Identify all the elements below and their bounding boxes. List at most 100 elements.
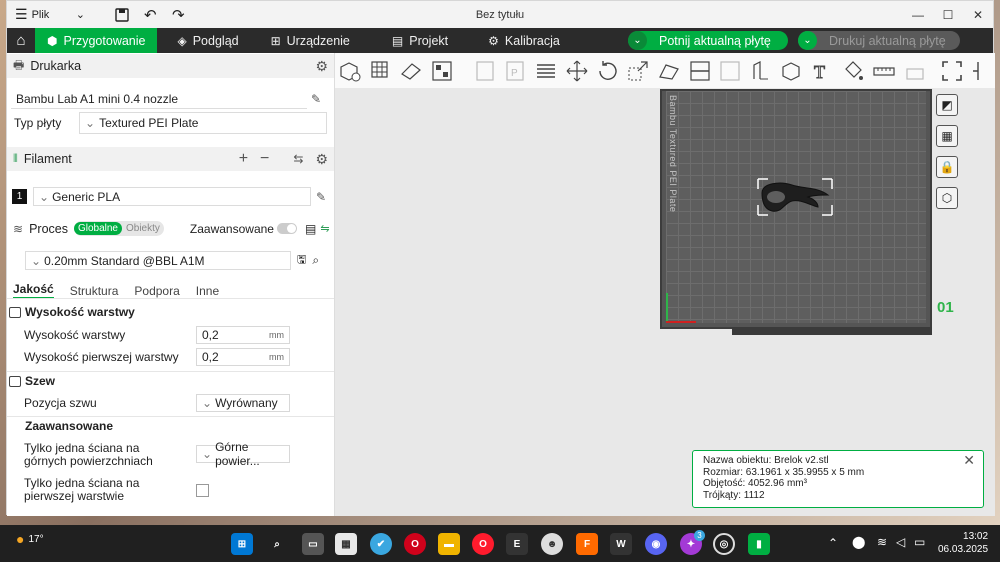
plate-arrange-icon[interactable]: ▦ [936,125,958,147]
layer-height-input[interactable]: 0,2 mm [196,326,290,344]
object-keychain[interactable] [750,171,840,219]
search-icon[interactable]: ⌕ [312,253,319,268]
orient-icon[interactable] [398,58,424,84]
tab-prepare[interactable]: ⬢ Przygotowanie [35,28,158,53]
opera-icon[interactable]: O [472,533,494,555]
sync-icon[interactable]: ⇆ [293,152,303,166]
list-icon[interactable]: ▤ [305,222,316,236]
first-layer-height-input[interactable]: 0,2 mm [196,348,290,366]
close-icon[interactable]: ✕ [963,1,993,28]
search-icon[interactable]: ⌕ [266,533,288,555]
filament-slot-badge[interactable]: 1 [12,189,27,204]
text-icon[interactable]: T [810,58,836,84]
lay-on-face-icon[interactable] [656,58,682,84]
discord-icon[interactable]: ◉ [645,533,667,555]
wot-icon[interactable]: W [610,533,632,555]
epic-games-icon[interactable]: E [506,533,528,555]
tray-app-icon[interactable]: ⬤ [852,535,865,549]
rotate-icon[interactable] [595,58,621,84]
plate-p-icon[interactable]: P [503,58,529,84]
battery-icon[interactable]: ▭ [914,535,925,549]
edit-icon[interactable]: ✎ [316,190,326,204]
measure-icon[interactable] [871,58,897,84]
tab-structure[interactable]: Struktura [70,284,119,298]
assembly-icon[interactable] [902,58,928,84]
single-wall-first-checkbox[interactable] [196,484,209,497]
slice-plate-button[interactable]: ⌄ Potnij aktualną płytę [628,31,788,50]
scale-icon[interactable] [625,58,651,84]
maximize-icon[interactable]: ☐ [933,1,963,28]
plate-settings-icon[interactable]: ⬡ [936,187,958,209]
fullscreen-icon[interactable] [939,58,965,84]
add-object-icon[interactable] [337,58,363,84]
print-plate-button[interactable]: ⌄ Drukuj aktualną płytę [798,31,960,50]
3d-viewport[interactable]: P T Bambu Textured PEI Plate 01 ◩ ▦ 🔒 ⬡ … [335,53,995,516]
file-explorer-icon[interactable]: ▬ [438,533,460,555]
volume-icon[interactable]: ◁ [896,535,905,549]
bambu-studio-icon[interactable]: ◎ [713,533,735,555]
chevron-down-icon[interactable]: ⌄ [69,4,91,26]
plate-number[interactable]: 01 [937,299,954,316]
tab-project[interactable]: ▤ Projekt [380,28,460,53]
support-paint-icon[interactable] [718,58,744,84]
remove-icon[interactable]: − [260,150,269,168]
redo-icon[interactable]: ↷ [167,4,189,26]
arrange-icon[interactable] [429,58,455,84]
compare-icon[interactable]: ⇋ [320,222,329,235]
tab-other[interactable]: Inne [196,284,219,298]
filament-row: 1 ⌄ Generic PLA ✎ [12,187,326,206]
filament-select[interactable]: ⌄ Generic PLA [33,187,311,206]
add-icon[interactable]: + [239,150,248,168]
chevron-up-icon[interactable]: ⌃ [828,536,838,550]
save-icon[interactable] [111,4,133,26]
task-view-icon[interactable]: ▭ [302,533,324,555]
tab-support[interactable]: Podpora [134,284,179,298]
process-preset-select[interactable]: ⌄ 0.20mm Standard @BBL A1M [25,251,291,270]
chevron-down-icon[interactable]: ⌄ [628,31,647,50]
save-icon[interactable]: 🖫 [297,251,306,270]
split-icon[interactable] [969,58,995,84]
menu-button[interactable]: ☰ Plik [15,4,49,26]
gear-icon[interactable]: ⚙ [315,151,328,168]
gear-icon[interactable]: ⚙ [315,58,328,75]
app-icon[interactable]: ✔ [370,533,392,555]
printer-select[interactable]: Bambu Lab A1 mini 0.4 nozzle [11,89,307,109]
weather-widget[interactable]: ● 17° [16,531,44,547]
global-objects-toggle[interactable]: Globalne Obiekty [73,221,164,236]
close-icon[interactable]: ✕ [963,453,975,467]
tab-preview[interactable]: ◈ Podgląd [165,28,250,53]
layers-list-icon[interactable] [533,58,559,84]
clock[interactable]: 13:02 06.03.2025 [938,530,988,556]
store-icon[interactable]: ▦ [335,533,357,555]
edit-icon[interactable]: ✎ [311,92,321,106]
toggle-global[interactable]: Globalne [73,222,122,235]
tab-device[interactable]: ⊞ Urządzenie [259,28,362,53]
active-app-icon[interactable]: ▮ [748,533,770,555]
wifi-icon[interactable]: ≋ [877,535,887,549]
build-plate[interactable]: Bambu Textured PEI Plate [660,89,932,335]
tab-calibration[interactable]: ⚙ Kalibracja [476,28,572,53]
plate-type-select[interactable]: ⌄ Textured PEI Plate [79,112,327,134]
chevron-down-icon[interactable]: ⌄ [798,31,817,50]
lock-icon[interactable]: 🔒 [936,156,958,178]
add-plate-icon[interactable] [368,58,394,84]
game-icon[interactable]: ☻ [541,533,563,555]
plate-1-icon[interactable] [472,58,498,84]
single-wall-top-select[interactable]: ⌄ Górne powier... [196,440,290,468]
start-icon[interactable]: ⊞ [231,533,253,555]
boolean-icon[interactable] [779,58,805,84]
home-icon[interactable]: ⌂ [7,28,35,53]
opera-gx-icon[interactable]: O [404,533,426,555]
seam-paint-icon[interactable] [748,58,774,84]
minimize-icon[interactable]: — [903,1,933,28]
tab-quality[interactable]: Jakość [13,282,54,299]
seam-position-select[interactable]: ⌄ Wyrównany [196,394,290,412]
plate-orient-icon[interactable]: ◩ [936,94,958,116]
paint-bucket-icon[interactable] [841,58,867,84]
advanced-switch[interactable] [276,223,297,234]
move-icon[interactable] [564,58,590,84]
faceit-icon[interactable]: F [576,533,598,555]
cut-icon[interactable] [687,58,713,84]
toggle-objects[interactable]: Obiekty [122,222,164,235]
undo-icon[interactable]: ↶ [139,4,161,26]
